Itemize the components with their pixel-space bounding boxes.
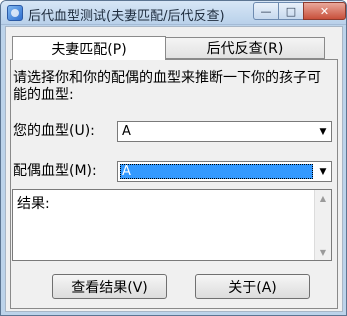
app-window: 后代血型测试(夫妻匹配/后代反查) — □ ✕ 夫妻匹配(P) 后代反查(R) … [0,0,347,316]
maximize-icon: □ [285,4,297,18]
close-button[interactable]: ✕ [303,2,346,20]
minimize-button[interactable]: — [253,2,279,20]
minimize-icon: — [260,4,272,18]
spouse-blood-value: A [122,164,131,179]
result-text: 结果: [17,196,50,212]
vertical-scrollbar[interactable]: ▲ ▼ [314,190,331,260]
about-button[interactable]: 关于(A) [195,274,310,299]
view-result-label: 查看结果(V) [71,279,148,296]
maximize-button[interactable]: □ [278,2,304,20]
scroll-down-icon[interactable]: ▼ [315,244,331,260]
app-icon [7,5,23,21]
tab-couple-match[interactable]: 夫妻匹配(P) [12,36,166,60]
tab-reverse-lookup[interactable]: 后代反查(R) [165,37,325,59]
chevron-down-icon[interactable]: ▼ [315,122,331,141]
spouse-blood-label: 配偶血型(M): [13,163,97,179]
scroll-up-icon[interactable]: ▲ [315,190,331,206]
title-bar[interactable]: 后代血型测试(夫妻匹配/后代反查) — □ ✕ [1,1,346,25]
your-blood-select[interactable]: A ▼ [117,121,332,142]
close-icon: ✕ [319,4,330,18]
your-blood-label: 您的血型(U): [13,123,95,139]
about-label: 关于(A) [228,279,277,296]
chevron-down-icon[interactable]: ▼ [315,162,331,181]
your-blood-value: A [122,124,131,139]
tab-label: 后代反查(R) [206,41,284,57]
result-textarea[interactable]: 结果: ▲ ▼ [12,189,332,261]
spouse-blood-select[interactable]: A ▼ [117,161,332,182]
view-result-button[interactable]: 查看结果(V) [52,274,167,299]
window-title: 后代血型测试(夫妻匹配/后代反查) [28,9,225,24]
instruction-text: 请选择你和你的配偶的血型来推断一下你的孩子可能的血型: [13,70,321,103]
selection-highlight [120,164,313,179]
tab-label: 夫妻匹配(P) [51,41,127,58]
client-area: 夫妻匹配(P) 后代反查(R) 请选择你和你的配偶的血型来推断一下你的孩子可能的… [5,26,343,312]
